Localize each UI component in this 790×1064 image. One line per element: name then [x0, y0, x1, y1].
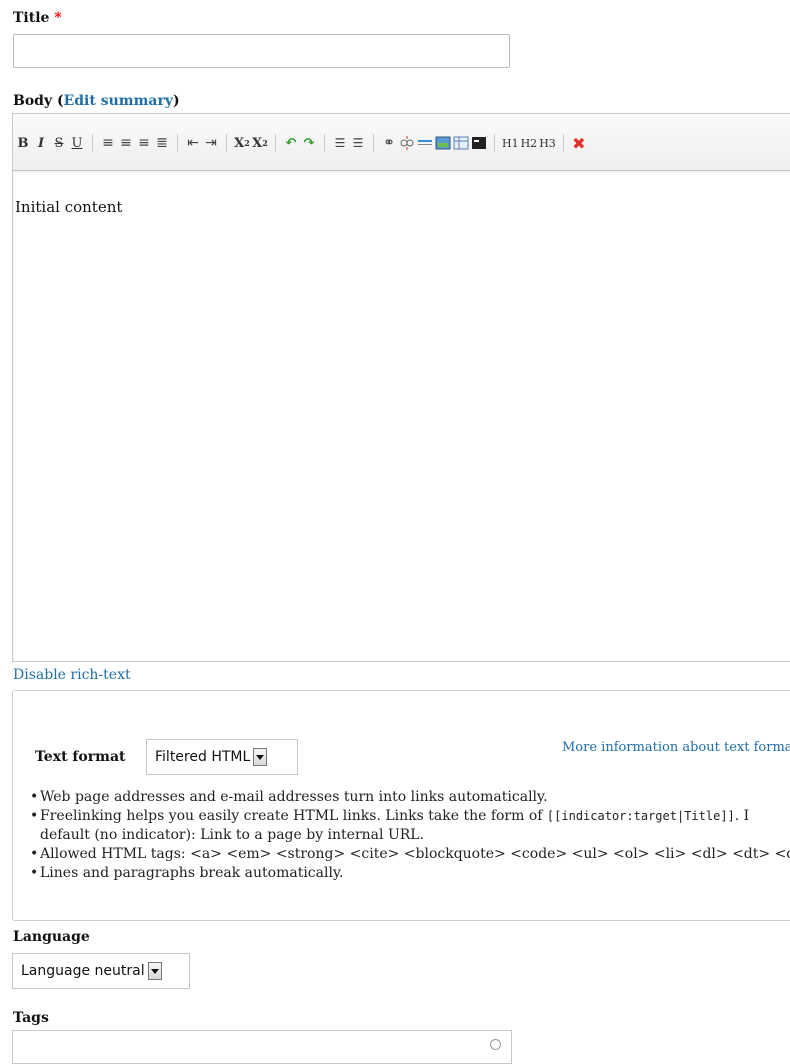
required-marker: * [54, 10, 62, 26]
text-format-label: Text format [35, 749, 126, 765]
toolbar-separator [275, 134, 276, 152]
source-code-icon[interactable] [471, 133, 487, 153]
language-select[interactable]: Language neutral [12, 953, 190, 989]
toolbar-separator [177, 134, 178, 152]
language-selected: Language neutral [21, 963, 145, 979]
table-icon[interactable] [453, 133, 469, 153]
edit-summary-link[interactable]: Edit summary [64, 93, 173, 109]
toolbar-separator [373, 134, 374, 152]
title-label: Title * [13, 10, 62, 26]
list-item: Web page addresses and e-mail addresses … [30, 788, 790, 807]
undo-icon[interactable]: ↶ [283, 133, 299, 153]
heading-3-button[interactable]: H3 [539, 133, 556, 153]
image-icon[interactable] [435, 133, 451, 153]
align-center-icon[interactable]: ≡ [118, 133, 134, 153]
disable-rich-text-link[interactable]: Disable rich-text [13, 667, 131, 683]
chevron-down-icon [253, 748, 268, 766]
toolbar-separator [324, 134, 325, 152]
list-item: Allowed HTML tags: <a> <em> <strong> <ci… [30, 845, 790, 864]
subscript-button[interactable]: X2 [234, 133, 250, 153]
underline-button[interactable]: U [69, 133, 85, 153]
rich-text-editor: B I S U ≡ ≡ ≡ ≣ ⇤ ⇥ X2 X2 ↶ ↷ ☰ ☰ ⚭ H1 H… [12, 113, 790, 662]
align-right-icon[interactable]: ≡ [136, 133, 152, 153]
strikethrough-button[interactable]: S [51, 133, 67, 153]
toolbar-separator [226, 134, 227, 152]
body-label: Body (Edit summary) [13, 93, 180, 109]
chevron-down-icon [147, 962, 162, 980]
toolbar-separator [562, 134, 564, 152]
outdent-icon[interactable]: ⇤ [185, 133, 201, 153]
link-icon[interactable]: ⚭ [381, 133, 397, 153]
text-format-select[interactable]: Filtered HTML [146, 739, 298, 775]
list-item: Lines and paragraphs break automatically… [30, 864, 790, 883]
align-justify-icon[interactable]: ≣ [154, 133, 170, 153]
language-label: Language [13, 929, 90, 945]
editor-toolbar: B I S U ≡ ≡ ≡ ≣ ⇤ ⇥ X2 X2 ↶ ↷ ☰ ☰ ⚭ H1 H… [13, 114, 790, 171]
italic-button[interactable]: I [33, 133, 49, 153]
filter-tips-list: Web page addresses and e-mail addresses … [30, 788, 790, 883]
superscript-button[interactable]: X2 [252, 133, 268, 153]
toolbar-separator [494, 134, 495, 152]
horizontal-rule-icon[interactable] [417, 133, 433, 153]
heading-2-button[interactable]: H2 [521, 133, 538, 153]
redo-icon[interactable]: ↷ [301, 133, 317, 153]
numbered-list-icon[interactable]: ☰ [332, 133, 348, 153]
tags-input[interactable] [12, 1030, 512, 1064]
remove-format-icon[interactable]: ✖ [571, 133, 587, 153]
indent-icon[interactable]: ⇥ [203, 133, 219, 153]
unlink-icon[interactable] [399, 133, 415, 153]
list-item: Freelinking helps you easily create HTML… [30, 807, 790, 845]
autocomplete-throbber-icon [490, 1039, 501, 1050]
heading-1-button[interactable]: H1 [502, 133, 519, 153]
bold-button[interactable]: B [15, 133, 31, 153]
text-format-selected: Filtered HTML [155, 749, 251, 765]
tags-label: Tags [13, 1010, 49, 1026]
editor-text[interactable]: Initial content [15, 198, 122, 216]
title-input[interactable] [13, 34, 510, 68]
more-info-text-formats-link[interactable]: More information about text format [562, 740, 790, 755]
align-left-icon[interactable]: ≡ [100, 133, 116, 153]
toolbar-separator [92, 134, 93, 152]
editor-content-area[interactable]: Initial content [13, 170, 790, 661]
bullet-list-icon[interactable]: ☰ [350, 133, 366, 153]
